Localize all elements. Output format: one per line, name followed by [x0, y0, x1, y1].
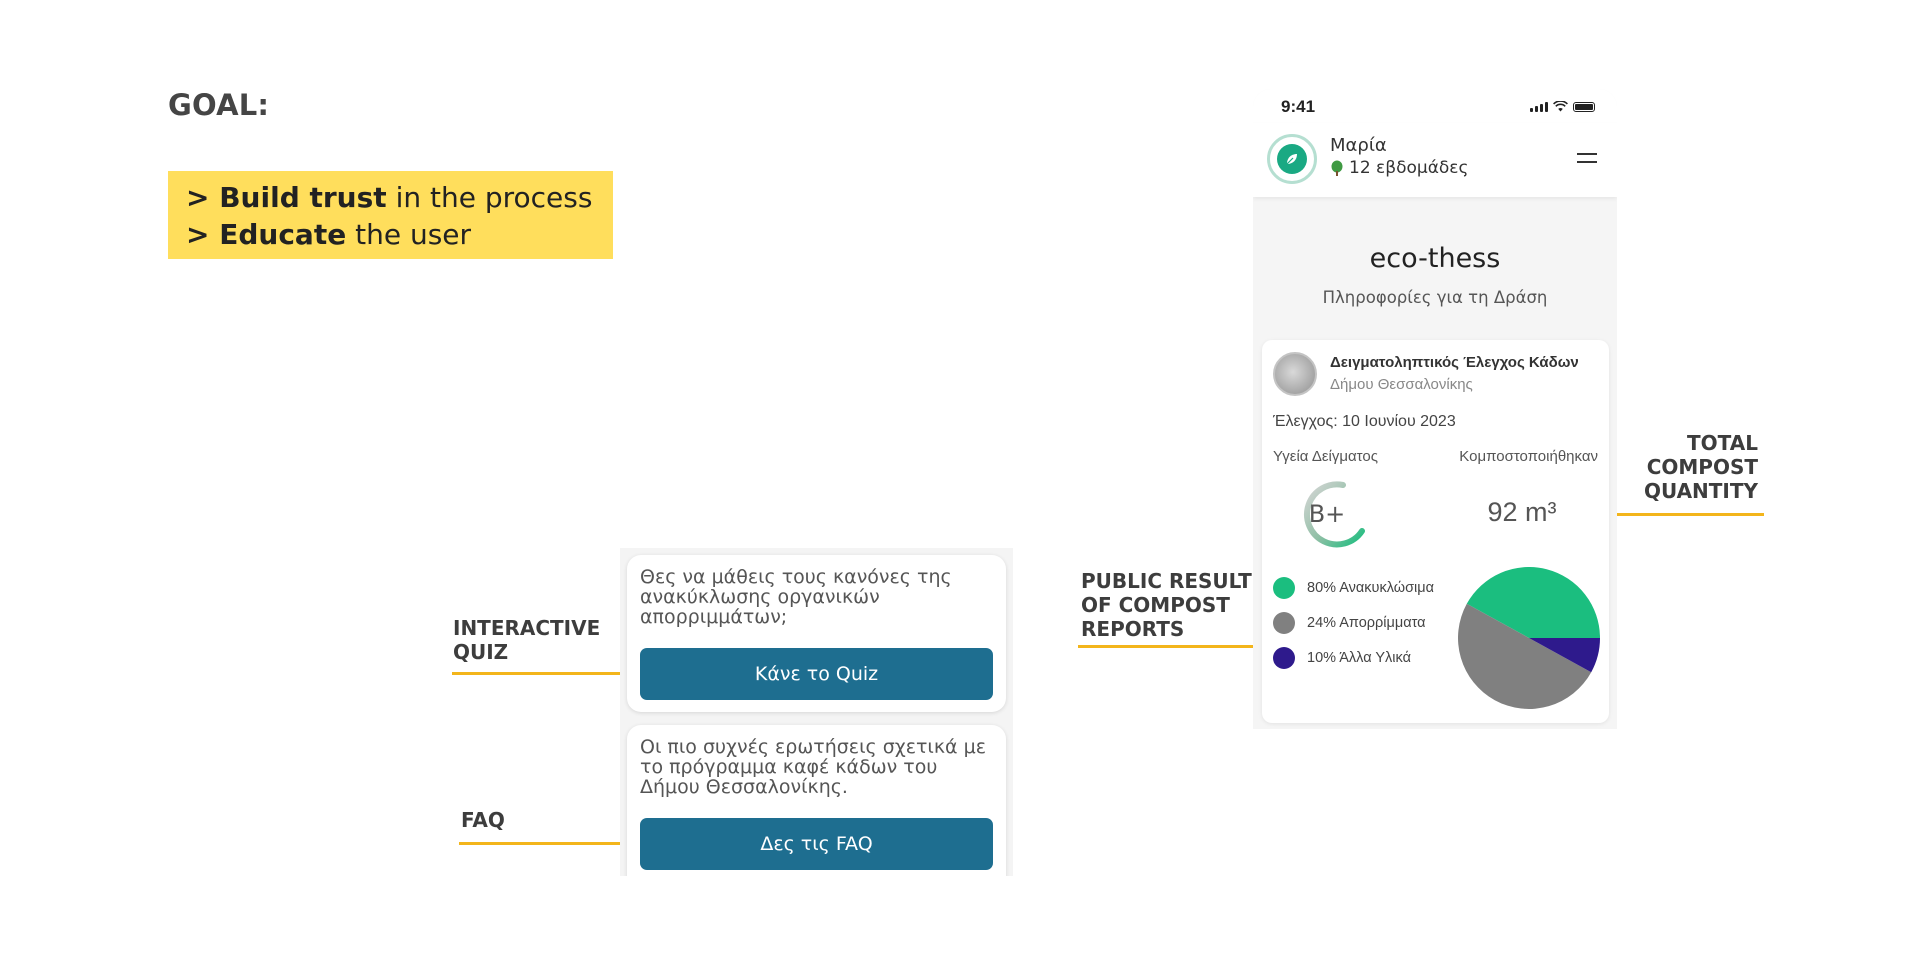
- legend-item: 10% Άλλα Υλικά: [1273, 640, 1434, 675]
- quiz-card-text: Θες να μάθεις τους κανόνες της ανακύκλωσ…: [640, 566, 952, 628]
- grade-gauge: B+: [1298, 479, 1368, 549]
- app-subtitle: Πληροφορίες για τη Δράση: [1322, 288, 1548, 307]
- faq-card-text: Οι πιο συχνές ερωτήσεις σχετικά με το πρ…: [640, 736, 986, 798]
- app-title: eco-thess: [1369, 243, 1501, 274]
- faq-card: Οι πιο συχνές ερωτήσεις σχετικά με το πρ…: [627, 725, 1006, 876]
- wifi-icon: [1553, 101, 1568, 112]
- phone-screen: 9:41 Μαρία 12 εβδομάδες eco-thess Πληροφ…: [1253, 89, 1617, 729]
- goal-title: GOAL:: [168, 88, 270, 122]
- signal-icon: [1530, 101, 1548, 112]
- weeks-label: 12 εβδομάδες: [1349, 158, 1469, 178]
- annotation-interactive-quiz: INTERACTIVE QUIZ: [453, 616, 601, 664]
- legend-label: 24% Απορρίμματα: [1307, 614, 1426, 631]
- arrow-results: [1078, 638, 1268, 654]
- status-bar: 9:41: [1253, 89, 1617, 123]
- status-icons: [1530, 101, 1595, 112]
- goal-line: > Build trust in the process: [186, 181, 593, 214]
- app-bar: Μαρία 12 εβδομάδες: [1253, 123, 1617, 197]
- goal-line: > Educate the user: [186, 218, 472, 251]
- user-weeks: 12 εβδομάδες: [1330, 158, 1468, 178]
- report-org: Δήμου Θεσσαλονίκης: [1330, 376, 1473, 393]
- annotation-total-compost: TOTAL COMPOST QUANTITY: [1643, 431, 1758, 503]
- legend-dot: [1273, 611, 1295, 634]
- battery-icon: [1573, 102, 1595, 112]
- pie-legend: 80% Ανακυκλώσιμα 24% Απορρίμματα 10% Άλλ…: [1273, 570, 1434, 675]
- composition-pie-chart: [1458, 567, 1600, 709]
- legend-dot: [1273, 646, 1295, 669]
- compost-quantity: 92 m³: [1487, 497, 1557, 527]
- grade-value: B+: [1308, 500, 1346, 528]
- hamburger-menu-icon[interactable]: [1577, 153, 1597, 163]
- legend-label: 80% Ανακυκλώσιμα: [1307, 579, 1434, 596]
- goal-box: > Build trust in the process > Educate t…: [168, 171, 613, 259]
- compost-label: Κομποστοποιήθηκαν: [1459, 448, 1598, 465]
- annotation-faq: FAQ: [461, 808, 505, 832]
- quiz-button[interactable]: Κάνε το Quiz: [640, 648, 993, 700]
- legend-label: 10% Άλλα Υλικά: [1307, 649, 1411, 666]
- legend-item: 80% Ανακυκλώσιμα: [1273, 570, 1434, 605]
- tree-icon: [1331, 160, 1343, 176]
- municipality-seal-icon: [1273, 352, 1317, 396]
- quiz-card: Θες να μάθεις τους κανόνες της ανακύκλωσ…: [627, 555, 1006, 712]
- avatar[interactable]: [1267, 134, 1317, 184]
- status-time: 9:41: [1281, 97, 1316, 116]
- health-label: Υγεία Δείγματος: [1273, 448, 1378, 465]
- cards-panel: Θες να μάθεις τους κανόνες της ανακύκλωσ…: [620, 548, 1013, 876]
- annotation-public-results: PUBLIC RESULTS OF COMPOST REPORTS: [1081, 569, 1267, 641]
- report-card: Δειγματοληπτικός Έλεγχος Κάδων Δήμου Θεσ…: [1262, 340, 1609, 723]
- user-name: Μαρία: [1330, 135, 1387, 156]
- report-date: Έλεγχος: 10 Ιουνίου 2023: [1273, 413, 1456, 430]
- report-title: Δειγματοληπτικός Έλεγχος Κάδων: [1330, 354, 1579, 371]
- leaf-icon: [1277, 144, 1307, 174]
- legend-dot: [1273, 576, 1295, 599]
- faq-button[interactable]: Δες τις FAQ: [640, 818, 993, 870]
- arrow-quiz: [452, 665, 644, 681]
- legend-item: 24% Απορρίμματα: [1273, 605, 1434, 640]
